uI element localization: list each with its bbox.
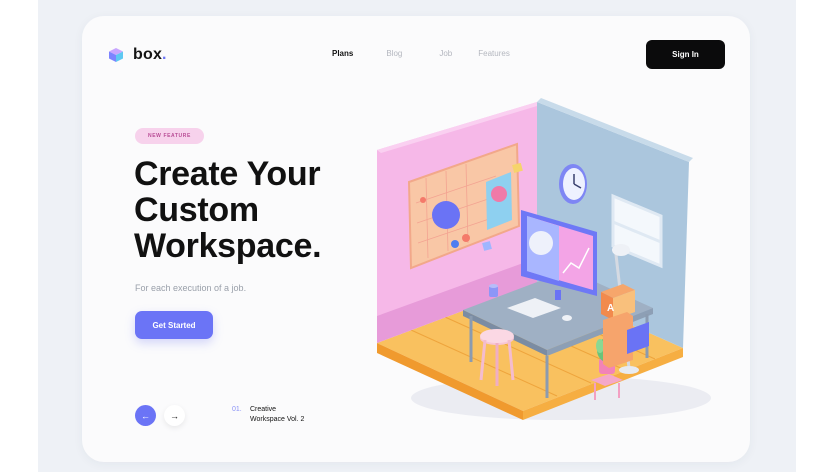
book-letter-a: A xyxy=(607,303,614,314)
sign-in-button[interactable]: Sign In xyxy=(646,40,725,69)
workspace-illustration: A xyxy=(377,98,711,420)
headline-line-3: Workspace. xyxy=(134,227,322,265)
wall-clock xyxy=(559,164,587,204)
previous-slide-button[interactable]: ← xyxy=(135,405,156,426)
get-started-button[interactable]: Get Started xyxy=(135,311,213,339)
slide-title-line-1: Creative xyxy=(250,406,277,413)
landing-card: box. Plans Blog Job Features Sign In NEW… xyxy=(82,16,750,462)
brand-logo[interactable]: box. xyxy=(108,46,167,64)
cube-logo-icon xyxy=(109,48,123,62)
mouse xyxy=(562,315,572,321)
coffee-cup xyxy=(489,284,498,297)
headline-line-2: Custom xyxy=(134,191,259,229)
new-feature-badge: NEW FEATURE xyxy=(135,128,204,144)
arrow-left-icon: ← xyxy=(141,410,150,421)
nav-item-features[interactable]: Features xyxy=(478,49,510,58)
logo-dot: . xyxy=(162,46,167,63)
logo-text: box. xyxy=(133,46,167,64)
next-slide-button[interactable]: → xyxy=(164,405,185,426)
headline-line-1: Create Your xyxy=(134,155,321,193)
nav-item-plans[interactable]: Plans xyxy=(332,49,353,58)
slide-title: Creative Workspace Vol. 2 xyxy=(250,405,320,425)
hero-subtext: For each execution of a job. xyxy=(135,283,247,293)
logo-name: box xyxy=(133,46,163,63)
main-nav: Plans Blog Job Features xyxy=(332,49,510,58)
page-title: Create Your Custom Workspace. xyxy=(134,155,322,265)
slide-number: 01. xyxy=(232,406,242,413)
nav-item-blog[interactable]: Blog xyxy=(386,49,402,58)
nav-item-job[interactable]: Job xyxy=(439,49,452,58)
arrow-right-icon: → xyxy=(170,410,179,421)
slide-title-line-2: Workspace Vol. 2 xyxy=(250,416,305,423)
